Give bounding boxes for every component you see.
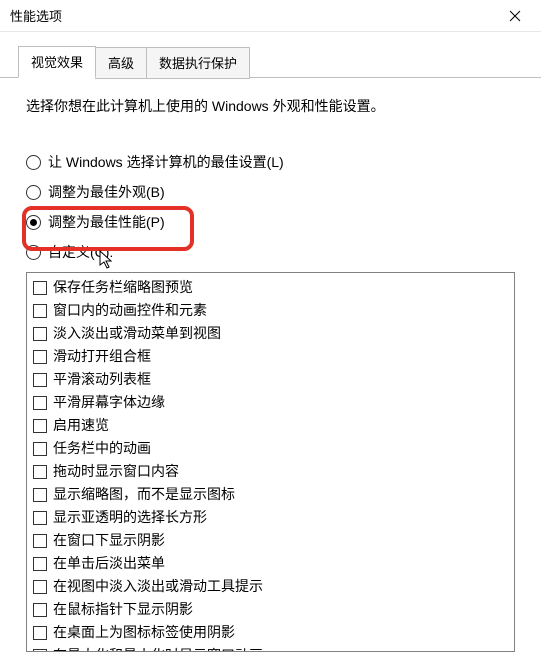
checklist-box[interactable]: 保存任务栏缩略图预览窗口内的动画控件和元素淡入淡出或滑动菜单到视图滑动打开组合框…: [26, 272, 515, 652]
radio-best-appearance[interactable]: 调整为最佳外观(B): [26, 182, 523, 202]
radio-icon: [26, 155, 41, 170]
description-text: 选择你想在此计算机上使用的 Windows 外观和性能设置。: [26, 96, 523, 116]
checkbox-icon: [33, 442, 47, 456]
radio-let-windows-choose[interactable]: 让 Windows 选择计算机的最佳设置(L): [26, 152, 523, 172]
checklist-item[interactable]: 窗口内的动画控件和元素: [29, 299, 512, 322]
radio-custom[interactable]: 自定义(C):: [26, 242, 523, 262]
checklist-item[interactable]: 平滑屏幕字体边缘: [29, 391, 512, 414]
checkbox-icon: [33, 281, 47, 295]
checklist-item[interactable]: 启用速览: [29, 414, 512, 437]
checklist-label: 显示缩略图，而不是显示图标: [53, 484, 235, 505]
checklist-item[interactable]: 在最大化和最小化时显示窗口动画: [29, 644, 512, 652]
checklist-item[interactable]: 保存任务栏缩略图预览: [29, 276, 512, 299]
checklist-label: 在鼠标指针下显示阴影: [53, 599, 193, 620]
checklist-item[interactable]: 在窗口下显示阴影: [29, 529, 512, 552]
checklist-label: 在单击后淡出菜单: [53, 553, 165, 574]
checklist-item[interactable]: 任务栏中的动画: [29, 437, 512, 460]
checkbox-icon: [33, 626, 47, 640]
checklist-label: 保存任务栏缩略图预览: [53, 277, 193, 298]
checkbox-icon: [33, 580, 47, 594]
checkbox-icon: [33, 373, 47, 387]
checkbox-icon: [33, 534, 47, 548]
checklist-label: 拖动时显示窗口内容: [53, 461, 179, 482]
checklist-label: 显示亚透明的选择长方形: [53, 507, 207, 528]
checkbox-icon: [33, 396, 47, 410]
checkbox-icon: [33, 304, 47, 318]
checklist-label: 淡入淡出或滑动菜单到视图: [53, 323, 221, 344]
tab-label: 数据执行保护: [159, 56, 237, 71]
radio-label: 让 Windows 选择计算机的最佳设置(L): [48, 152, 284, 172]
checklist-item[interactable]: 显示缩略图，而不是显示图标: [29, 483, 512, 506]
checkbox-icon: [33, 649, 47, 653]
checklist-item[interactable]: 显示亚透明的选择长方形: [29, 506, 512, 529]
checkbox-icon: [33, 419, 47, 433]
radio-best-performance[interactable]: 调整为最佳性能(P): [26, 212, 523, 232]
tab-panel: 选择你想在此计算机上使用的 Windows 外观和性能设置。 让 Windows…: [0, 77, 541, 652]
checklist-item[interactable]: 淡入淡出或滑动菜单到视图: [29, 322, 512, 345]
tab-visual-effects[interactable]: 视觉效果: [18, 46, 96, 78]
checklist-item[interactable]: 在桌面上为图标标签使用阴影: [29, 621, 512, 644]
checklist-label: 窗口内的动画控件和元素: [53, 300, 207, 321]
tab-label: 高级: [108, 56, 134, 71]
checkbox-icon: [33, 327, 47, 341]
tab-advanced[interactable]: 高级: [95, 47, 147, 79]
radio-label: 调整为最佳性能(P): [48, 212, 165, 232]
checklist-item[interactable]: 在视图中淡入淡出或滑动工具提示: [29, 575, 512, 598]
radio-icon: [26, 215, 41, 230]
checklist-label: 平滑屏幕字体边缘: [53, 392, 165, 413]
titlebar: 性能选项: [0, 0, 541, 32]
checklist-label: 在桌面上为图标标签使用阴影: [53, 622, 235, 643]
radio-label: 自定义(C):: [48, 242, 113, 262]
checkbox-icon: [33, 511, 47, 525]
checklist-label: 在窗口下显示阴影: [53, 530, 165, 551]
checkbox-icon: [33, 557, 47, 571]
checklist-label: 滑动打开组合框: [53, 346, 151, 367]
close-button[interactable]: [495, 2, 535, 30]
radio-icon: [26, 185, 41, 200]
checklist-label: 在最大化和最小化时显示窗口动画: [53, 645, 263, 652]
window-title: 性能选项: [10, 6, 62, 25]
tab-strip: 视觉效果 高级 数据执行保护: [18, 46, 541, 78]
checklist-label: 平滑滚动列表框: [53, 369, 151, 390]
tab-dep[interactable]: 数据执行保护: [146, 47, 250, 79]
checkbox-icon: [33, 603, 47, 617]
radio-label: 调整为最佳外观(B): [48, 182, 165, 202]
checkbox-icon: [33, 488, 47, 502]
tab-label: 视觉效果: [31, 55, 83, 70]
checkbox-icon: [33, 465, 47, 479]
checklist-label: 任务栏中的动画: [53, 438, 151, 459]
radio-group: 让 Windows 选择计算机的最佳设置(L) 调整为最佳外观(B) 调整为最佳…: [26, 152, 523, 262]
checklist-item[interactable]: 在鼠标指针下显示阴影: [29, 598, 512, 621]
checklist-item[interactable]: 在单击后淡出菜单: [29, 552, 512, 575]
close-icon: [509, 10, 521, 22]
checklist-label: 在视图中淡入淡出或滑动工具提示: [53, 576, 263, 597]
radio-icon: [26, 245, 41, 260]
checklist-label: 启用速览: [53, 415, 109, 436]
checkbox-icon: [33, 350, 47, 364]
checklist-item[interactable]: 拖动时显示窗口内容: [29, 460, 512, 483]
checklist-item[interactable]: 滑动打开组合框: [29, 345, 512, 368]
checklist-item[interactable]: 平滑滚动列表框: [29, 368, 512, 391]
